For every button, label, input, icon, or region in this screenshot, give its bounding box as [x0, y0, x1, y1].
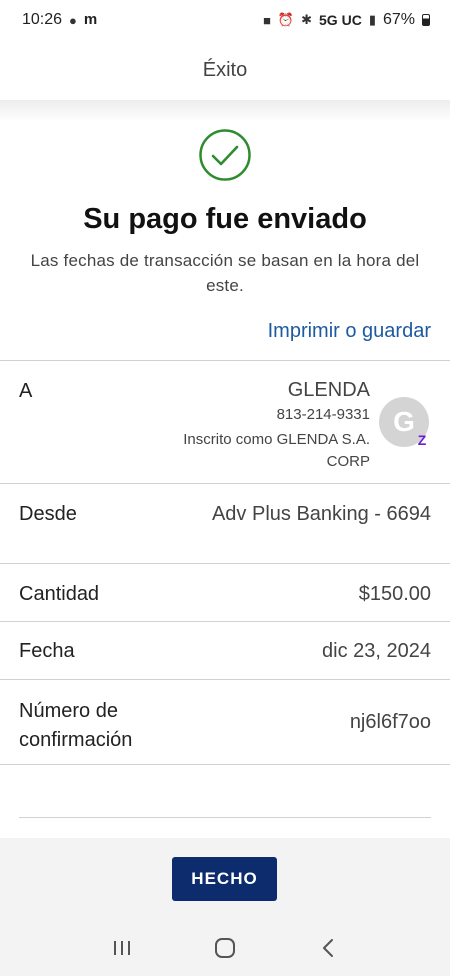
- lock-icon: ■: [263, 12, 271, 28]
- status-right: ■ ⏰ ✱ 5G UC ▮ 67%: [263, 11, 430, 29]
- print-or-save-link[interactable]: Imprimir o guardar: [268, 320, 431, 343]
- battery-percent: 67%: [382, 11, 415, 28]
- header-shadow: [0, 100, 450, 122]
- date-value: dic 23, 2024: [322, 640, 431, 662]
- system-nav-bar: [0, 920, 450, 976]
- status-time: 10:26: [22, 11, 63, 28]
- home-icon[interactable]: [205, 928, 245, 968]
- from-account: Adv Plus Banking - 6694: [211, 503, 431, 525]
- divider: [0, 360, 450, 361]
- divider: [0, 621, 450, 622]
- battery-icon: [422, 14, 430, 26]
- network-type: 5G UC: [319, 12, 362, 28]
- confirmation-label-line2: confirmación: [19, 729, 133, 751]
- bluetooth-icon: ✱: [301, 12, 313, 27]
- amount-label: Cantidad: [19, 583, 100, 605]
- back-icon[interactable]: [308, 928, 348, 968]
- signal-icon: ▮: [368, 12, 376, 27]
- divider: [0, 563, 450, 564]
- status-left: 10:26 ● m: [22, 11, 97, 29]
- alarm-icon: ⏰: [277, 12, 295, 27]
- divider: [0, 483, 450, 484]
- from-label: Desde: [19, 503, 77, 525]
- page-title: Éxito: [202, 58, 248, 81]
- confirmation-number-label: Número de confirmación: [19, 697, 132, 755]
- status-bar: 10:26 ● m ■ ⏰ ✱ 5G UC ▮ 67%: [0, 0, 450, 40]
- m-app-icon: m: [83, 11, 98, 28]
- divider: [0, 679, 450, 680]
- done-button[interactable]: HECHO: [172, 857, 277, 901]
- success-check-icon: [199, 129, 251, 181]
- recipient-phone: 813-214-9331: [276, 406, 370, 423]
- to-label: A: [19, 380, 33, 402]
- recent-apps-icon[interactable]: [102, 928, 142, 968]
- divider: [19, 817, 431, 818]
- divider: [0, 764, 450, 765]
- amount-value: $150.00: [358, 583, 431, 605]
- timezone-note: Las fechas de transacción se basan en la…: [30, 251, 420, 295]
- zelle-icon: Z: [417, 432, 427, 448]
- confirmation-label-line1: Número de: [19, 700, 118, 722]
- confirmation-headline: Su pago fue enviado: [83, 203, 367, 235]
- date-label: Fecha: [19, 640, 75, 662]
- recipient-enrolled-as: Inscrito como GLENDA S.A. CORP: [183, 431, 370, 470]
- confirmation-number-value: nj6l6f7oo: [349, 711, 431, 733]
- chat-bubble-icon: ●: [69, 12, 77, 28]
- recipient-name: GLENDA: [287, 379, 370, 401]
